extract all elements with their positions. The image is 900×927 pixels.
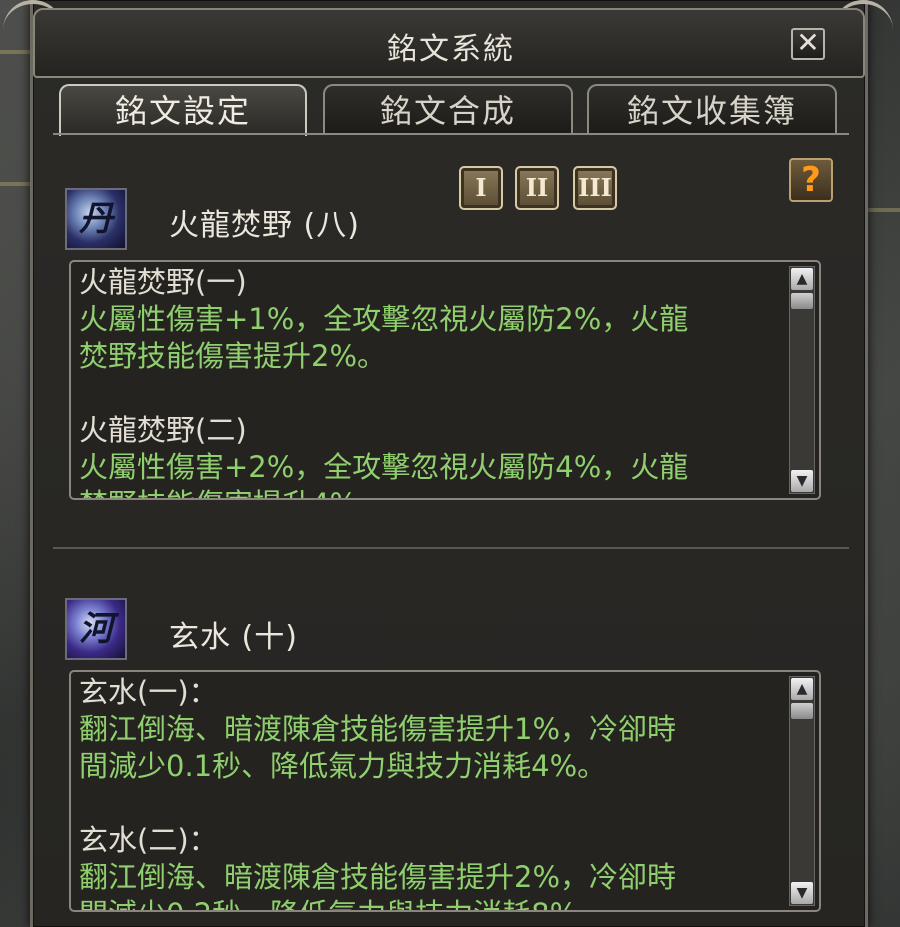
description-text: 火龍焚野(一) 火屬性傷害+1%，全攻擊忽視火屬防2%，火龍 焚野技能傷害提升2… bbox=[79, 264, 785, 498]
scroll-up-arrow-icon[interactable]: ▲ bbox=[791, 678, 813, 700]
title-bar[interactable]: 銘文系統 bbox=[33, 8, 865, 78]
entry-heading: 火龍焚野(二) bbox=[79, 413, 247, 447]
entry-line: 焚野技能傷害提升4%。 bbox=[79, 486, 785, 498]
entry-heading: 玄水(二)： bbox=[79, 823, 218, 857]
scroll-thumb[interactable] bbox=[791, 293, 813, 309]
rune-fire-icon[interactable]: 丹 bbox=[65, 188, 127, 250]
entry-line: 翻江倒海、暗渡陳倉技能傷害提升2%，冷卻時 bbox=[79, 860, 677, 894]
scroll-thumb[interactable] bbox=[791, 703, 813, 719]
page-1-button[interactable]: I bbox=[459, 166, 503, 210]
entry-line: 火屬性傷害+1%，全攻擊忽視火屬防2%，火龍 bbox=[79, 302, 689, 336]
close-button[interactable]: ✕ bbox=[791, 28, 825, 60]
scrollbar[interactable]: ▲ ▼ bbox=[789, 676, 815, 906]
rune-description-box[interactable]: 玄水(一)： 翻江倒海、暗渡陳倉技能傷害提升1%，冷卻時 間減少0.1秒、降低氣… bbox=[69, 670, 821, 912]
rune-description-box[interactable]: 火龍焚野(一) 火屬性傷害+1%，全攻擊忽視火屬防2%，火龍 焚野技能傷害提升2… bbox=[69, 260, 821, 500]
scroll-up-arrow-icon[interactable]: ▲ bbox=[791, 268, 813, 290]
help-button[interactable]: ? bbox=[789, 158, 833, 202]
rune-name: 玄水 (十) bbox=[169, 620, 298, 655]
tab-underline bbox=[53, 133, 849, 135]
page-3-button[interactable]: III bbox=[573, 166, 617, 210]
entry-heading: 玄水(一)： bbox=[79, 675, 218, 709]
entry-line: 焚野技能傷害提升2%。 bbox=[79, 339, 387, 373]
window-title: 銘文系統 bbox=[387, 32, 515, 67]
inscription-window: 銘文系統 ✕ 銘文設定 銘文合成 銘文收集簿 I II III ? 丹 火龍焚野… bbox=[3, 0, 893, 927]
section-divider bbox=[53, 547, 849, 549]
description-text: 玄水(一)： 翻江倒海、暗渡陳倉技能傷害提升1%，冷卻時 間減少0.1秒、降低氣… bbox=[79, 674, 785, 910]
bg-stripe bbox=[0, 50, 30, 54]
scroll-down-arrow-icon[interactable]: ▼ bbox=[791, 882, 813, 904]
entry-line: 翻江倒海、暗渡陳倉技能傷害提升1%，冷卻時 bbox=[79, 712, 677, 746]
entry-line: 間減少0.1秒、降低氣力與技力消耗4%。 bbox=[79, 749, 607, 783]
scrollbar[interactable]: ▲ ▼ bbox=[789, 266, 815, 494]
entry-line: 火屬性傷害+2%，全攻擊忽視火屬防4%，火龍 bbox=[79, 450, 689, 484]
tab-inscription-settings[interactable]: 銘文設定 bbox=[59, 84, 307, 136]
tab-inscription-synthesis[interactable]: 銘文合成 bbox=[323, 84, 573, 134]
tab-inscription-collection[interactable]: 銘文收集簿 bbox=[587, 84, 837, 134]
entry-heading: 火龍焚野(一) bbox=[79, 265, 247, 299]
bg-stripe bbox=[0, 182, 30, 186]
entry-line: 間減少0.2秒、降低氣力與技力消耗8%。 bbox=[79, 896, 785, 910]
rune-water-icon[interactable]: 河 bbox=[65, 598, 127, 660]
rune-name: 火龍焚野 (八) bbox=[169, 208, 360, 243]
page-2-button[interactable]: II bbox=[515, 166, 559, 210]
scroll-down-arrow-icon[interactable]: ▼ bbox=[791, 470, 813, 492]
